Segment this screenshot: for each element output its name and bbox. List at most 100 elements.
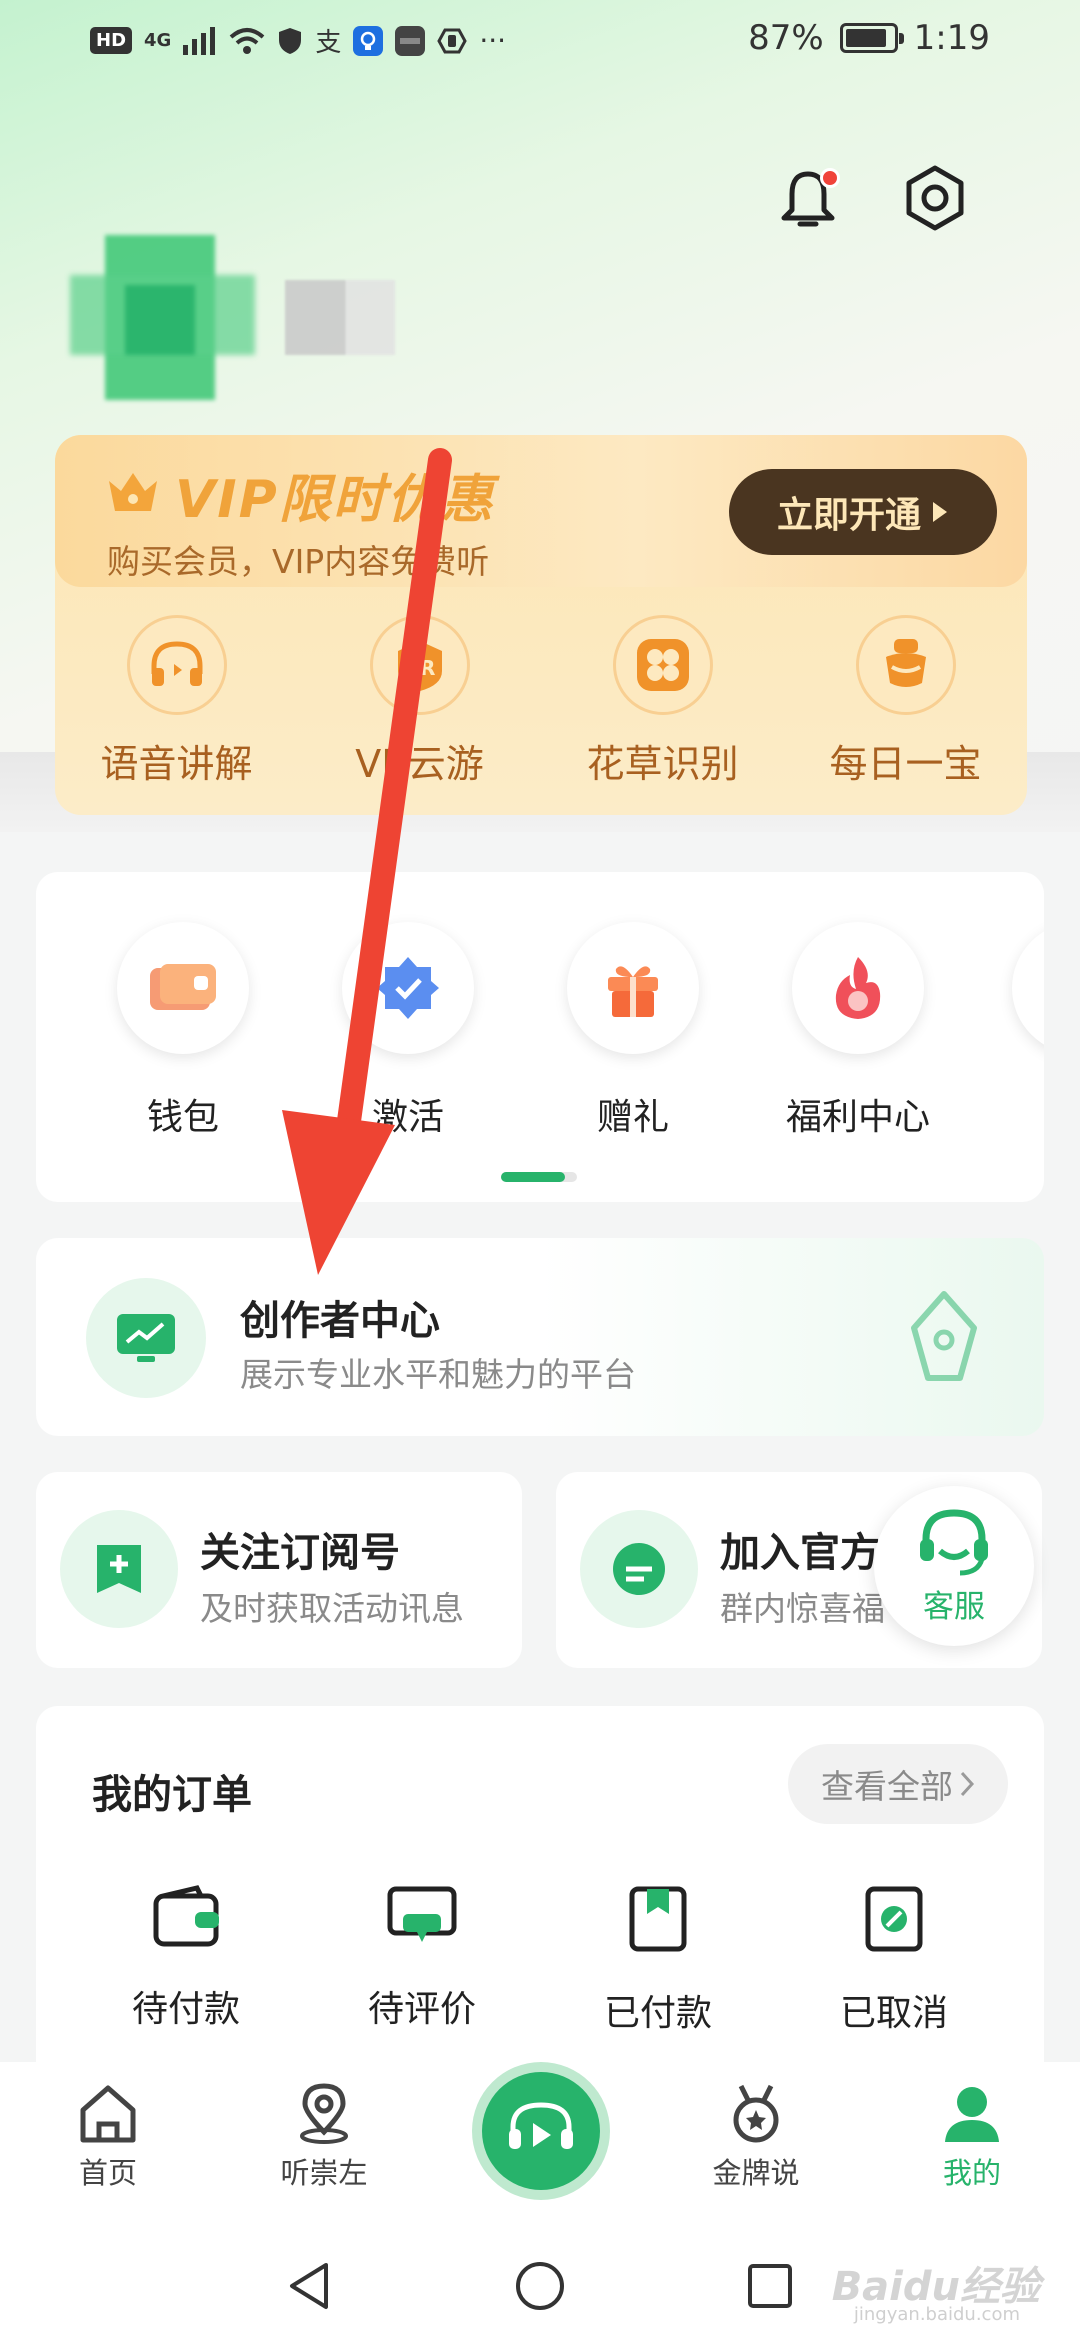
tool-activate[interactable]: 激活 [318, 922, 498, 1140]
notification-dot [820, 168, 840, 188]
order-pending-review[interactable]: 待评价 [304, 1884, 540, 2036]
status-bar: HD 4G 支 ··· 87% 1:19 [0, 0, 1080, 84]
center-play-button[interactable] [472, 2062, 610, 2200]
home-circle-icon [516, 2262, 564, 2310]
wallet-icon [153, 1885, 219, 1947]
back-button[interactable] [278, 2254, 342, 2318]
notification-button[interactable] [768, 160, 848, 240]
flower-icon [612, 615, 713, 715]
huawei-app-icon [395, 25, 426, 56]
creator-subtitle: 展示专业水平和魅力的平台 [240, 1355, 636, 1394]
hand-icon [437, 28, 468, 53]
back-triangle-icon [290, 2263, 328, 2309]
vip-open-button[interactable]: 立即开通 [729, 469, 997, 555]
order-pending-payment[interactable]: 待付款 [68, 1884, 304, 2036]
orders-title: 我的订单 [92, 1772, 252, 1818]
tool-wallet[interactable]: 钱包 [93, 922, 273, 1140]
tools-card: 钱包 激活 赠礼 福利中心 卡 [36, 872, 1044, 1202]
group-subtitle: 群内惊喜福 [720, 1589, 885, 1628]
tool-label: 激活 [371, 1097, 444, 1138]
chat-bubble-icon [580, 1510, 698, 1628]
view-all-orders-button[interactable]: 查看全部 [788, 1744, 1008, 1824]
tool-label: 赠礼 [596, 1097, 669, 1138]
nav-gold-talk[interactable]: 金牌说 [686, 2082, 826, 2192]
bookmark-plus-icon [60, 1510, 178, 1628]
view-all-label: 查看全部 [821, 1767, 953, 1806]
vip-item-plant-id[interactable]: 花草识别 [541, 615, 784, 788]
tool-gift[interactable]: 赠礼 [543, 922, 723, 1140]
cancel-icon [865, 1886, 923, 1952]
watermark-url: jingyan.baidu.com [853, 2304, 1020, 2325]
home-system-button[interactable] [508, 2254, 572, 2318]
vip-feature-list: 语音讲解 VR VR云游 花草识别 每日一宝 [55, 615, 1027, 788]
nav-label: 我的 [942, 2156, 1001, 2190]
system-navigation-bar: Baidu经验 jingyan.baidu.com [0, 2232, 1080, 2340]
clock: 1:19 [913, 18, 990, 58]
nav-label: 首页 [78, 2156, 137, 2190]
vip-title: VIP限时优惠 [175, 470, 495, 530]
tool-label: 福利中心 [785, 1097, 930, 1138]
nav-mine[interactable]: 我的 [902, 2082, 1042, 2192]
nav-label: 金牌说 [712, 2156, 800, 2190]
customer-service-label: 客服 [923, 1588, 985, 1625]
vip-item-label: 语音讲解 [100, 742, 253, 786]
headphones-icon [126, 615, 227, 715]
vip-banner[interactable]: VIP限时优惠 购买会员，VIP内容免费听 立即开通 [55, 435, 1027, 587]
group-title: 加入官方 [720, 1530, 880, 1576]
subscribe-title: 关注订阅号 [200, 1530, 400, 1576]
vip-item-label: 花草识别 [586, 742, 739, 786]
creator-center-card[interactable]: 创作者中心 展示专业水平和魅力的平台 [36, 1238, 1044, 1436]
settings-icon [906, 165, 964, 231]
vip-item-label: VR云游 [355, 742, 484, 786]
status-left: HD 4G 支 ··· [90, 22, 506, 59]
medal-icon [733, 2084, 779, 2143]
crown-icon [109, 473, 157, 511]
play-triangle-icon [933, 502, 947, 522]
customer-service-button[interactable]: 客服 [874, 1486, 1034, 1646]
activate-icon [342, 922, 474, 1054]
recents-button[interactable] [738, 2254, 802, 2318]
order-label: 已取消 [839, 1993, 948, 2034]
treasure-icon [855, 615, 956, 715]
user-icon [945, 2087, 999, 2142]
subscribe-card[interactable]: 关注订阅号 及时获取活动讯息 [36, 1472, 522, 1668]
home-icon [80, 2085, 136, 2143]
creator-title: 创作者中心 [240, 1298, 440, 1344]
bulb-app-icon [353, 25, 384, 56]
play-audio-icon [482, 2072, 600, 2190]
vip-item-label: 每日一宝 [829, 742, 982, 786]
order-label: 待付款 [131, 1989, 240, 2030]
vip-open-label: 立即开通 [776, 495, 921, 536]
order-label: 已付款 [603, 1993, 712, 2034]
nav-label: 听崇左 [280, 2156, 368, 2190]
orders-card: 我的订单 查看全部 待付款 待评价 已付款 已取消 [36, 1706, 1044, 2106]
vip-item-audio-guide[interactable]: 语音讲解 [55, 615, 298, 788]
subscribe-subtitle: 及时获取活动讯息 [200, 1589, 464, 1628]
vip-card[interactable]: VIP限时优惠 购买会员，VIP内容免费听 立即开通 语音讲解 VR VR云游 … [55, 435, 1027, 815]
vr-icon: VR [369, 615, 470, 715]
order-cancelled[interactable]: 已取消 [776, 1884, 1012, 2036]
comment-icon [387, 1886, 457, 1942]
svg-text:VR: VR [404, 656, 435, 680]
tool-welfare-center[interactable]: 福利中心 [768, 922, 948, 1140]
vip-item-daily-treasure[interactable]: 每日一宝 [784, 615, 1027, 788]
order-status-list: 待付款 待评价 已付款 已取消 [36, 1884, 1044, 2036]
username[interactable] [285, 280, 395, 355]
tool-card[interactable]: 卡 [993, 922, 1044, 1140]
nav-listen-chongzuo[interactable]: 听崇左 [254, 2082, 394, 2192]
alipay-icon: 支 [315, 28, 342, 58]
battery-percent: 87% [748, 18, 824, 58]
vip-subtitle: 购买会员，VIP内容免费听 [107, 542, 490, 581]
wifi-icon [230, 27, 265, 54]
hd-badge: HD [90, 27, 133, 54]
nav-home[interactable]: 首页 [38, 2082, 178, 2192]
chart-board-icon [86, 1278, 206, 1398]
order-paid[interactable]: 已付款 [540, 1884, 776, 2036]
settings-button[interactable] [895, 158, 975, 238]
avatar[interactable] [70, 235, 255, 400]
signal-icon [183, 26, 216, 55]
vip-item-vr-tour[interactable]: VR VR云游 [298, 615, 541, 788]
tool-label: 钱包 [146, 1097, 219, 1138]
shield-icon [279, 27, 302, 54]
order-label: 待评价 [367, 1989, 476, 2030]
